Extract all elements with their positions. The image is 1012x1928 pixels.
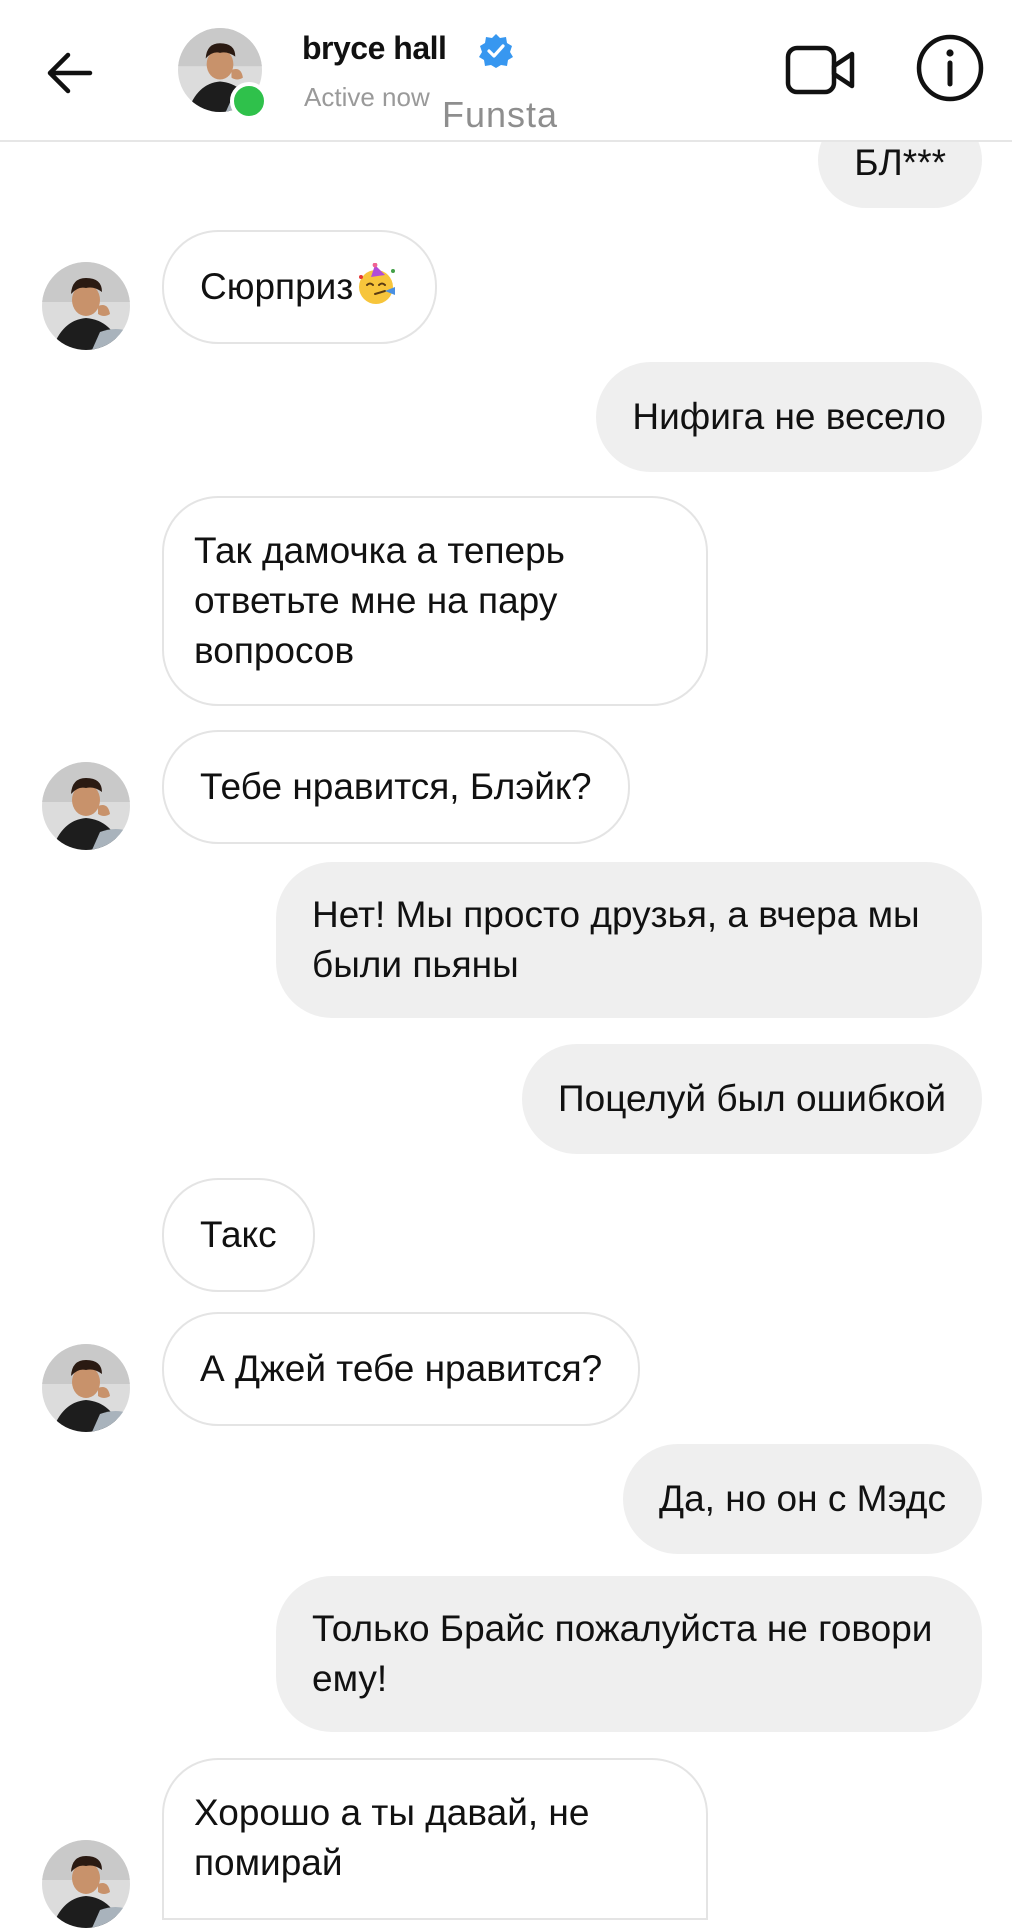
incoming-message[interactable]: Так дамочка а теперь ответьте мне на пар… — [162, 496, 708, 706]
message-text: Сюрприз — [200, 266, 354, 307]
incoming-message[interactable]: Хорошо а ты давай, не помирай — [162, 1758, 708, 1920]
incoming-message[interactable]: Тебе нравится, Блэйк? — [162, 730, 630, 844]
info-button[interactable] — [914, 32, 986, 104]
watermark: Funsta — [442, 94, 559, 135]
sender-avatar[interactable] — [42, 262, 130, 350]
message-text: Такс — [200, 1214, 277, 1255]
verified-badge-icon — [479, 34, 513, 68]
back-arrow-icon — [47, 52, 93, 94]
info-icon — [916, 34, 984, 102]
message-text: Нет! Мы просто друзья, а вчера мы были п… — [312, 894, 920, 985]
back-button[interactable] — [38, 42, 100, 104]
sender-avatar[interactable] — [42, 762, 130, 850]
chat-header: bryce hall Active now Funsta — [0, 0, 1012, 142]
message-text: Хорошо а ты давай, не помирай — [194, 1792, 590, 1883]
party-face-emoji-icon — [359, 263, 396, 304]
sender-avatar[interactable] — [42, 1344, 130, 1432]
message-text: А Джей тебе нравится? — [200, 1348, 603, 1389]
contact-name[interactable]: bryce hall — [302, 30, 447, 67]
outgoing-message[interactable]: Да, но он с Мэдс — [623, 1444, 982, 1554]
sender-avatar[interactable] — [42, 1840, 130, 1928]
outgoing-message[interactable]: Поцелуй был ошибкой — [522, 1044, 982, 1154]
message-text: БЛ*** — [854, 142, 946, 183]
incoming-message[interactable]: А Джей тебе нравится? — [162, 1312, 641, 1426]
outgoing-message[interactable]: Нет! Мы просто друзья, а вчера мы были п… — [276, 862, 982, 1018]
outgoing-message[interactable]: Только Брайс пожалуйста не говори ему! — [276, 1576, 982, 1732]
video-call-icon — [785, 45, 855, 95]
message-text: Тебе нравится, Блэйк? — [200, 766, 592, 807]
message-text: Так дамочка а теперь ответьте мне на пар… — [194, 530, 565, 671]
message-text: Да, но он с Мэдс — [659, 1478, 946, 1519]
incoming-message[interactable]: Сюрприз — [162, 230, 438, 344]
message-text: Только Брайс пожалуйста не говори ему! — [312, 1608, 933, 1699]
active-status-dot — [230, 82, 268, 120]
message-text: Поцелуй был ошибкой — [558, 1078, 946, 1119]
active-status-text: Active now — [304, 82, 430, 112]
message-text: Нифига не весело — [632, 396, 946, 437]
outgoing-message[interactable]: Нифига не весело — [596, 362, 982, 472]
video-call-button[interactable] — [784, 38, 858, 102]
incoming-message[interactable]: Такс — [162, 1178, 315, 1292]
